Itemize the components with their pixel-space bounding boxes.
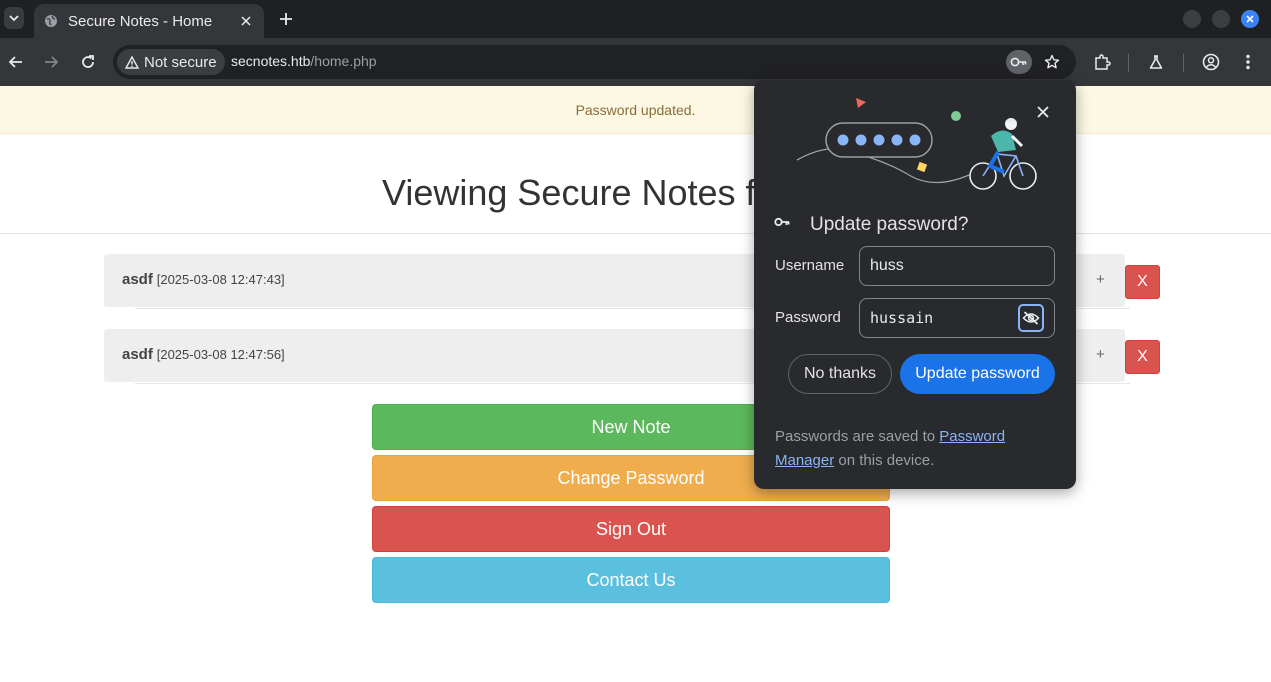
key-icon (774, 216, 792, 234)
note-title: asdf (122, 271, 153, 288)
security-chip[interactable]: Not secure (117, 49, 225, 75)
globe-icon (44, 14, 58, 28)
delete-note-button[interactable]: X (1125, 265, 1160, 299)
footer-text: Passwords are saved to (775, 428, 940, 445)
username-label: Username (775, 257, 845, 274)
browser-tab[interactable]: Secure Notes - Home (34, 4, 264, 38)
reload-icon[interactable] (78, 52, 98, 72)
password-update-bubble: Update password? Username huss Password … (754, 80, 1076, 489)
page-title: Viewing Secure Notes f (382, 172, 754, 213)
address-bar[interactable]: Not secure secnotes.htb/home.php (113, 45, 1076, 79)
tab-title: Secure Notes - Home (68, 12, 213, 30)
delete-note-button[interactable]: X (1125, 340, 1160, 374)
eye-off-icon[interactable] (1018, 304, 1044, 332)
expand-note-button[interactable]: + (1096, 271, 1105, 288)
success-alert: Password updated. (0, 86, 1271, 134)
password-value: hussain (870, 309, 934, 327)
note-date: [2025-03-08 12:47:56] (156, 347, 285, 362)
back-icon[interactable] (6, 52, 26, 72)
extensions-icon[interactable] (1092, 52, 1112, 72)
key-icon[interactable] (1006, 50, 1032, 74)
note-date: [2025-03-08 12:47:43] (156, 272, 285, 287)
username-field[interactable]: huss (859, 246, 1055, 286)
tab-strip: Secure Notes - Home (0, 0, 1271, 38)
update-password-button[interactable]: Update password (900, 354, 1055, 394)
toolbar-divider (1183, 54, 1184, 72)
footer-text: on this device. (834, 452, 935, 469)
security-label: Not secure (144, 53, 217, 71)
window-close-button[interactable] (1241, 10, 1259, 28)
toolbar-divider (1128, 54, 1129, 72)
close-icon[interactable] (238, 13, 254, 29)
password-field[interactable]: hussain (859, 298, 1055, 338)
title-divider (0, 233, 1271, 234)
url-host: secnotes.htb (231, 53, 311, 69)
minimize-button[interactable] (1183, 10, 1201, 28)
url-path: /home.php (310, 53, 377, 69)
bubble-footer: Passwords are saved to Password Manager … (775, 425, 1055, 473)
username-value: huss (870, 257, 904, 274)
contact-us-button[interactable]: Contact Us (372, 557, 890, 603)
expand-note-button[interactable]: + (1096, 346, 1105, 363)
close-icon[interactable] (1033, 102, 1053, 122)
star-icon[interactable] (1042, 52, 1062, 72)
maximize-button[interactable] (1212, 10, 1230, 28)
url-text[interactable]: secnotes.htb/home.php (231, 53, 377, 69)
bubble-header: Update password? (774, 214, 968, 236)
profile-icon[interactable] (1201, 52, 1221, 72)
no-thanks-button[interactable]: No thanks (788, 354, 892, 394)
browser-toolbar: Not secure secnotes.htb/home.php (0, 38, 1271, 86)
bubble-title: Update password? (810, 214, 969, 235)
plus-icon[interactable] (276, 9, 296, 29)
sign-out-button[interactable]: Sign Out (372, 506, 890, 552)
password-illustration (796, 98, 1037, 190)
menu-icon[interactable] (1238, 52, 1258, 72)
note-title: asdf (122, 346, 153, 363)
password-label: Password (775, 309, 841, 326)
tab-search-icon[interactable] (4, 7, 24, 29)
warning-icon (125, 55, 139, 69)
labs-icon[interactable] (1146, 52, 1166, 72)
forward-icon[interactable] (41, 52, 61, 72)
